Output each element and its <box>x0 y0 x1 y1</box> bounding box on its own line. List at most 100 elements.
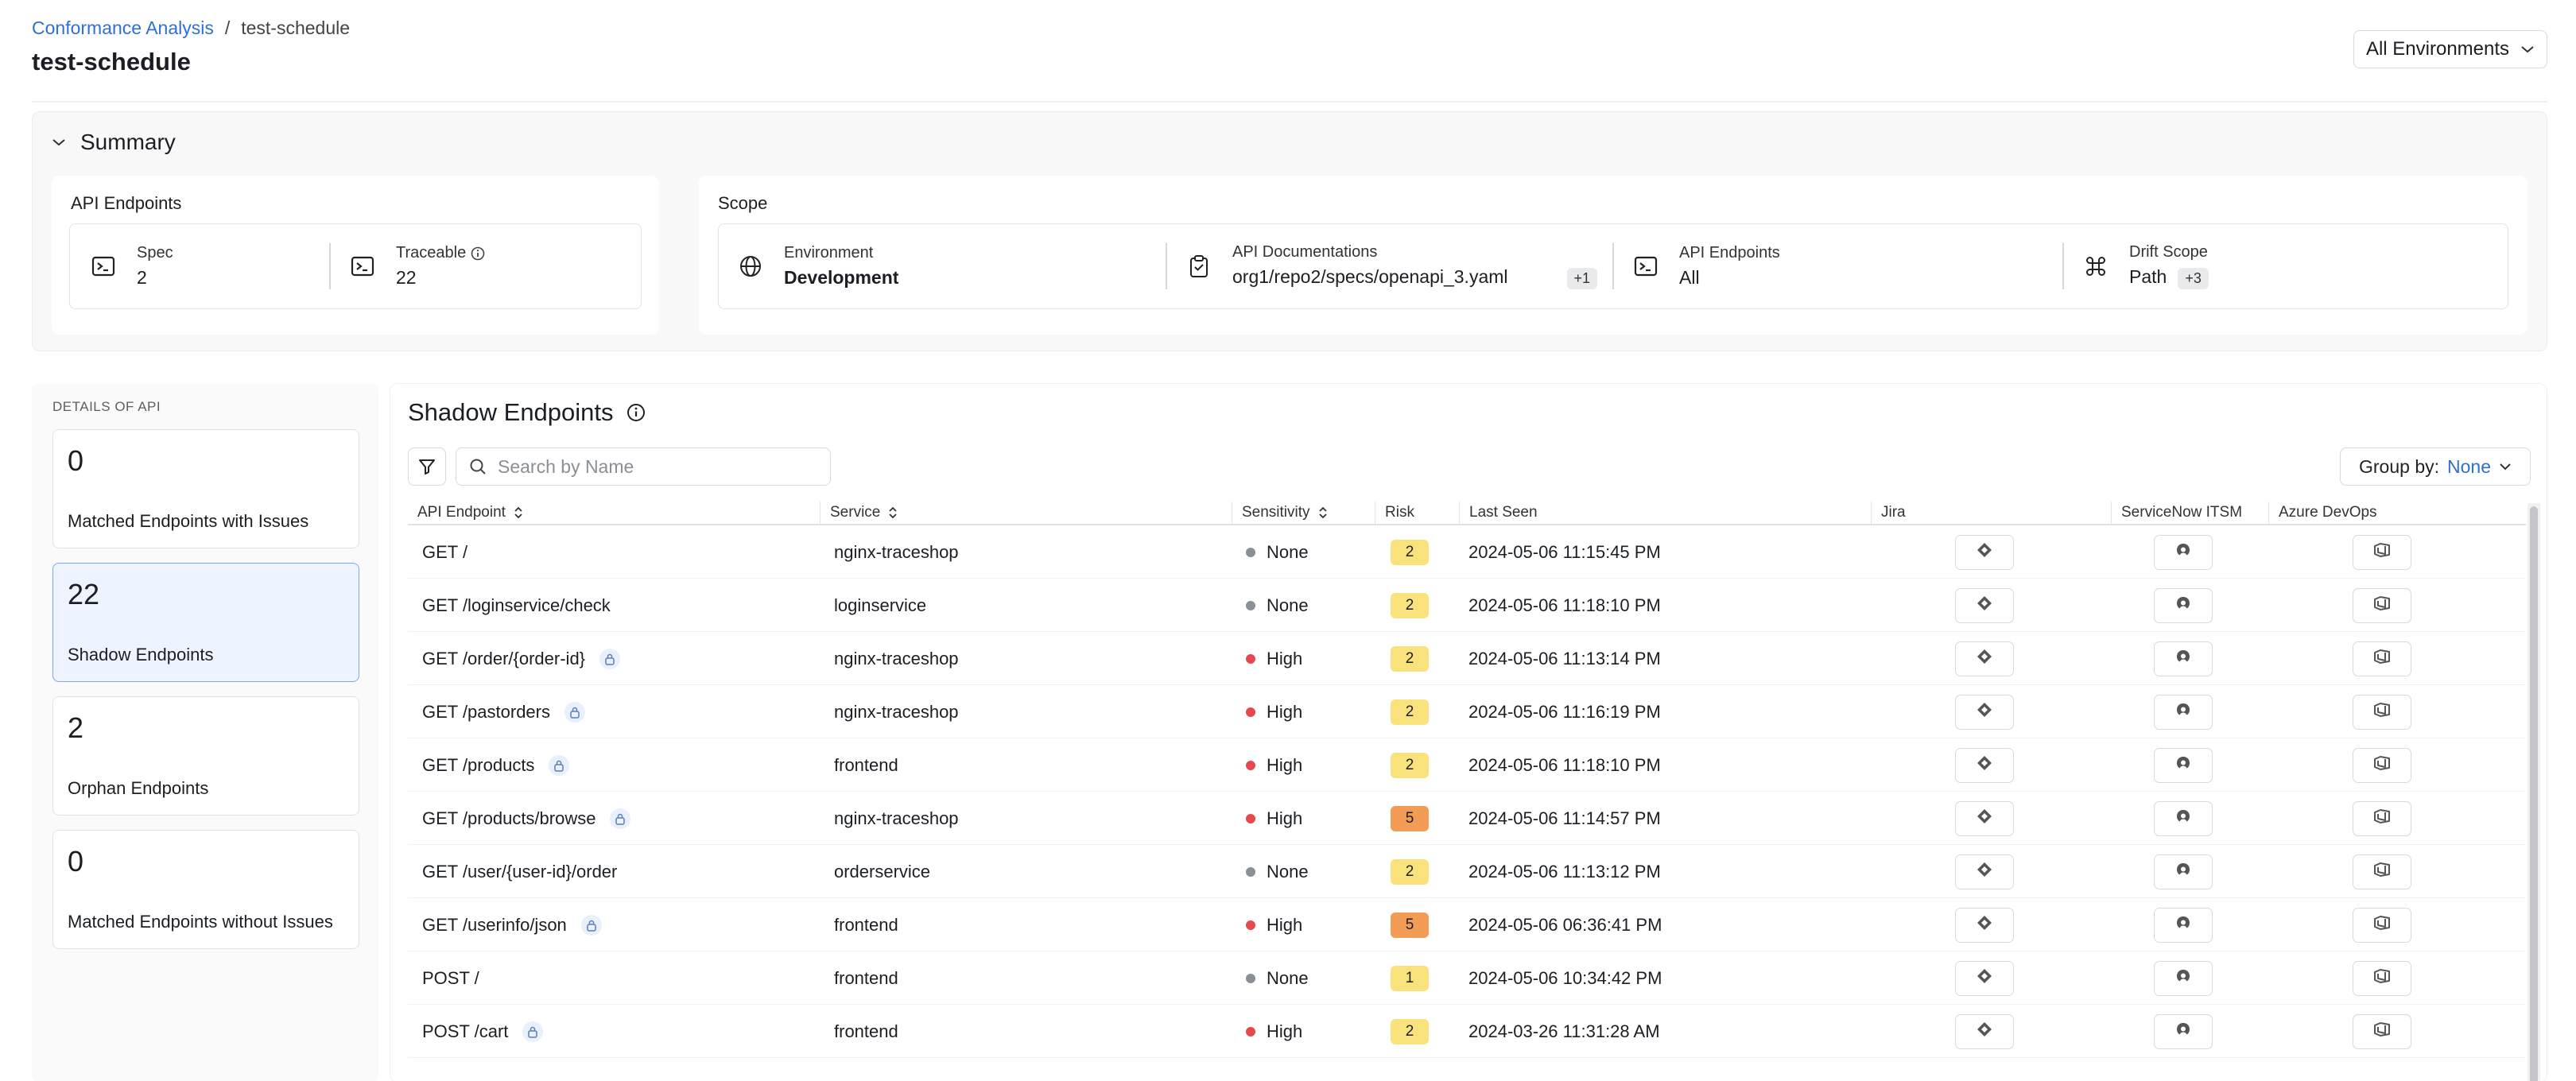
table-row[interactable]: POST / frontend None 1 2024-05-06 10:34:42 P… <box>408 951 2526 1005</box>
azure-devops-button[interactable] <box>2353 907 2411 943</box>
endpoint-path[interactable]: GET /userinfo/json <box>422 915 567 936</box>
jira-button[interactable] <box>1955 747 2014 783</box>
group-by-select[interactable]: Group by: None <box>2340 448 2531 486</box>
azure-devops-button[interactable] <box>2353 747 2411 783</box>
azure-devops-button[interactable] <box>2353 587 2411 623</box>
azure-devops-button[interactable] <box>2353 800 2411 836</box>
service-cell: orderservice <box>834 861 931 881</box>
jira-button[interactable] <box>1955 854 2014 889</box>
servicenow-button[interactable] <box>2154 854 2213 889</box>
endpoint-path[interactable]: POST / <box>422 968 479 989</box>
azure-devops-button[interactable] <box>2353 534 2411 570</box>
scrollbar-thumb[interactable] <box>2530 506 2538 1081</box>
endpoint-path[interactable]: GET /products/browse <box>422 808 596 829</box>
sensitivity-cell: High <box>1246 792 1302 845</box>
metric-divider <box>1166 243 1167 289</box>
drift-scope-more-badge[interactable]: +3 <box>2178 268 2209 289</box>
table-row[interactable]: GET /pastorders nginx-traceshop High 2 2024-… <box>408 685 2526 738</box>
endpoint-cell: GET /order/{order-id} <box>422 632 621 685</box>
servicenow-icon <box>2174 967 2192 990</box>
azure-devops-button[interactable] <box>2353 1013 2411 1049</box>
jira-button[interactable] <box>1955 694 2014 730</box>
table-row[interactable]: POST /cart frontend High 2 2024-03-26 11:31:… <box>408 1005 2526 1058</box>
environment-value: Development <box>784 267 899 288</box>
servicenow-button[interactable] <box>2154 534 2213 570</box>
servicenow-button[interactable] <box>2154 747 2213 783</box>
servicenow-button[interactable] <box>2154 960 2213 996</box>
table-scrollbar[interactable] <box>2528 503 2540 1081</box>
endpoint-cell: GET /pastorders <box>422 685 585 738</box>
endpoint-path[interactable]: GET /user/{user-id}/order <box>422 862 617 882</box>
endpoint-path[interactable]: GET /loginservice/check <box>422 595 611 616</box>
jira-button[interactable] <box>1955 534 2014 570</box>
spec-label: Spec <box>137 244 173 262</box>
column-label: Jira <box>1881 504 1906 521</box>
jira-icon <box>1976 967 1993 990</box>
sensitivity-dot <box>1246 1026 1255 1036</box>
environment-select[interactable]: All Environments <box>2353 30 2547 68</box>
azure-cell <box>2353 792 2411 845</box>
azure-devops-button[interactable] <box>2353 641 2411 676</box>
jira-button[interactable] <box>1955 587 2014 623</box>
table-row[interactable]: GET /userinfo/json frontend High 5 2024-05-0… <box>408 898 2526 951</box>
stat-card[interactable]: 0 Matched Endpoints without Issues <box>52 830 359 949</box>
summary-toggle[interactable]: Summary <box>52 123 176 161</box>
endpoint-path[interactable]: GET /pastorders <box>422 702 550 723</box>
search-input[interactable] <box>498 455 816 478</box>
header-divider <box>32 101 2547 103</box>
servicenow-button[interactable] <box>2154 800 2213 836</box>
stat-card[interactable]: 22 Shadow Endpoints <box>52 563 359 682</box>
jira-button[interactable] <box>1955 641 2014 676</box>
table-row[interactable]: GET /products frontend High 2 2024-05-06 11:… <box>408 738 2526 792</box>
sensitivity-label: High <box>1267 914 1303 935</box>
servicenow-button[interactable] <box>2154 1013 2213 1049</box>
service-cell: frontend <box>834 967 898 988</box>
column-header-service[interactable]: Service <box>820 502 1232 524</box>
table-row[interactable]: GET /user/{user-id}/order orderservice Non… <box>408 845 2526 898</box>
azure-devops-button[interactable] <box>2353 694 2411 730</box>
info-icon[interactable] <box>627 403 646 422</box>
service-cell: frontend <box>834 754 898 775</box>
page-title: test-schedule <box>32 48 191 76</box>
azure-devops-button[interactable] <box>2353 854 2411 889</box>
jira-button[interactable] <box>1955 1013 2014 1049</box>
servicenow-button[interactable] <box>2154 587 2213 623</box>
azure-cell <box>2353 525 2411 579</box>
endpoint-path[interactable]: GET / <box>422 542 467 563</box>
breadcrumb-parent-link[interactable]: Conformance Analysis <box>32 17 214 39</box>
service-cell: frontend <box>834 914 898 935</box>
table-row[interactable]: GET /order/{order-id} nginx-traceshop High… <box>408 632 2526 685</box>
endpoint-path[interactable]: GET /order/{order-id} <box>422 649 585 669</box>
table-row[interactable]: GET / nginx-traceshop None 2 2024-05-06 11:1… <box>408 525 2526 579</box>
jira-button[interactable] <box>1955 960 2014 996</box>
endpoint-path[interactable]: POST /cart <box>422 1021 508 1042</box>
column-header-endpoint[interactable]: API Endpoint <box>408 502 820 524</box>
stat-card[interactable]: 0 Matched Endpoints with Issues <box>52 429 359 548</box>
servicenow-button[interactable] <box>2154 907 2213 943</box>
column-header-sensitivity[interactable]: Sensitivity <box>1232 502 1375 524</box>
sensitivity-cell: High <box>1246 632 1302 685</box>
sensitivity-dot <box>1246 707 1255 717</box>
sensitivity-cell: High <box>1246 898 1302 951</box>
filter-button[interactable] <box>408 448 446 486</box>
azure-cell <box>2353 685 2411 738</box>
lock-icon <box>610 808 631 829</box>
last-seen-cell: 2024-05-06 11:15:45 PM <box>1468 541 1661 562</box>
jira-button[interactable] <box>1955 800 2014 836</box>
api-docs-more-badge[interactable]: +1 <box>1566 268 1598 289</box>
sort-icon <box>1318 506 1327 519</box>
endpoint-path[interactable]: GET /products <box>422 755 534 776</box>
jira-button[interactable] <box>1955 907 2014 943</box>
servicenow-button[interactable] <box>2154 694 2213 730</box>
lock-icon <box>564 701 585 723</box>
details-panel: DETAILS OF API 0 Matched Endpoints with I… <box>32 383 378 1081</box>
table-row[interactable]: GET /loginservice/check loginservice None 2… <box>408 579 2526 632</box>
info-icon[interactable] <box>471 246 485 261</box>
service-cell: nginx-traceshop <box>834 648 959 668</box>
stat-card[interactable]: 2 Orphan Endpoints <box>52 696 359 816</box>
azure-devops-button[interactable] <box>2353 960 2411 996</box>
breadcrumb: Conformance Analysis / test-schedule <box>32 17 350 39</box>
servicenow-button[interactable] <box>2154 641 2213 676</box>
scope-endpoints-value: All <box>1679 267 1700 288</box>
table-row[interactable]: GET /products/browse nginx-traceshop High 5… <box>408 792 2526 845</box>
